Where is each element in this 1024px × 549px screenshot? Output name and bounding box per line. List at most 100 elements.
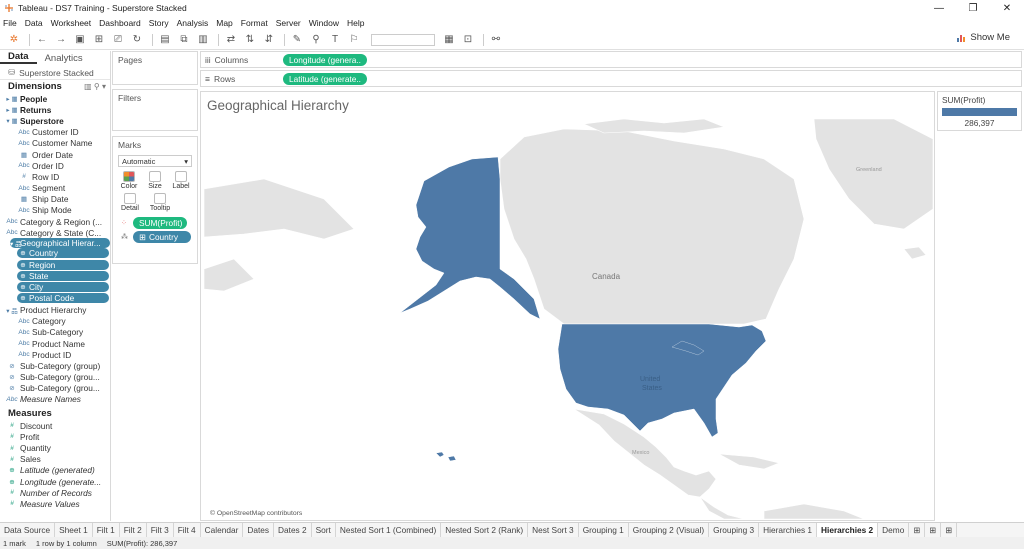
map-canvas[interactable]: Canada United States Greenland Mexico © … <box>204 119 933 519</box>
field-item[interactable]: ▦ Order Date <box>0 149 110 160</box>
tooltip-button[interactable]: Tooltip <box>148 193 172 212</box>
new-story-tab-icon[interactable]: ⊞ <box>941 523 958 537</box>
field-item[interactable]: Abc Category <box>0 316 110 327</box>
new-dashboard-tab-icon[interactable]: ⊞ <box>925 523 942 537</box>
menu-window[interactable]: Window <box>309 18 339 28</box>
menu-server[interactable]: Server <box>276 18 301 28</box>
tab-data[interactable]: Data <box>0 51 37 64</box>
sheet-tab[interactable]: Filt 4 <box>174 523 201 537</box>
menu-map[interactable]: Map <box>216 18 233 28</box>
color-button[interactable]: Color <box>117 171 141 190</box>
field-item[interactable]: ⊕ Longitude (generate... <box>0 476 110 487</box>
field-item[interactable]: Abc Segment <box>0 183 110 194</box>
search-icon[interactable]: ▥ ⚲ ▾ <box>84 82 106 91</box>
field-item[interactable]: ▦ Ship Date <box>0 194 110 205</box>
field-item[interactable]: ⊕ City <box>17 282 109 292</box>
field-item[interactable]: ⊘ Sub-Category (grou... <box>0 372 110 383</box>
sort-descending-icon[interactable]: ⇵ <box>261 33 277 47</box>
latitude-pill[interactable]: Latitude (generate.. <box>283 72 367 85</box>
field-item[interactable]: # Measure Values <box>0 498 110 509</box>
color-legend[interactable]: SUM(Profit) 286,397 <box>937 91 1022 131</box>
clear-sheet-icon[interactable]: ▥ <box>195 33 211 47</box>
field-item[interactable]: ▸ ▦ People <box>0 93 110 104</box>
field-item[interactable]: # Quantity <box>0 442 110 453</box>
country-pill[interactable]: ⊞ Country <box>133 231 191 243</box>
size-button[interactable]: Size <box>143 171 167 190</box>
field-item[interactable]: ▸ ▦ Returns <box>0 104 110 115</box>
datasource-item[interactable]: ⛁ Superstore Stacked <box>0 66 110 80</box>
menu-analysis[interactable]: Analysis <box>177 18 209 28</box>
tableau-icon[interactable]: ✲ <box>6 33 22 47</box>
sheet-tab[interactable]: Nested Sort 1 (Combined) <box>336 523 442 537</box>
menu-help[interactable]: Help <box>347 18 364 28</box>
highlight-icon[interactable]: ✎ <box>289 33 305 47</box>
field-item[interactable]: Abc Sub-Category <box>0 327 110 338</box>
field-item[interactable]: Abc Customer Name <box>0 138 110 149</box>
field-item[interactable]: Abc Category & State (C... <box>0 227 110 238</box>
field-item[interactable]: Abc Product ID <box>0 349 110 360</box>
field-item[interactable]: ⊕ Country <box>17 248 109 259</box>
presentation-icon[interactable]: ⊡ <box>460 33 476 47</box>
undo-icon[interactable]: ← <box>34 33 50 47</box>
field-item[interactable]: ⊘ Sub-Category (grou... <box>0 383 110 394</box>
field-item[interactable]: Abc Order ID <box>0 160 110 171</box>
show-me-button[interactable]: Show Me <box>956 32 1010 43</box>
duplicate-sheet-icon[interactable]: ⧉ <box>176 33 192 47</box>
mark-type-dropdown[interactable]: Automatic ▾ <box>118 155 192 167</box>
show-cards-icon[interactable]: ▦ <box>441 33 457 47</box>
map-attribution[interactable]: © OpenStreetMap contributors <box>210 510 302 517</box>
columns-shelf[interactable]: iii Columns Longitude (genera.. <box>200 51 1022 68</box>
sheet-tab[interactable]: Hierarchies 1 <box>759 523 818 537</box>
pin-icon[interactable]: ⚐ <box>346 33 362 47</box>
field-item[interactable]: ⊕ State <box>17 270 109 281</box>
field-item[interactable]: Abc Measure Names <box>0 394 110 405</box>
sheet-tab[interactable]: Grouping 2 (Visual) <box>629 523 710 537</box>
tab-analytics[interactable]: Analytics <box>37 53 91 64</box>
tab-data-source[interactable]: Data Source <box>0 523 56 537</box>
sheet-tab[interactable]: Demo <box>878 523 910 537</box>
detail-button[interactable]: Detail <box>118 193 142 212</box>
menu-file[interactable]: File <box>3 18 17 28</box>
sheet-tab[interactable]: Sheet 1 <box>55 523 93 537</box>
field-item[interactable]: ⊕ Latitude (generated) <box>0 465 110 476</box>
sheet-tab[interactable]: Filt 1 <box>93 523 120 537</box>
sum-profit-pill[interactable]: SUM(Profit) <box>133 217 187 229</box>
menu-format[interactable]: Format <box>241 18 268 28</box>
field-item[interactable]: # Profit <box>0 431 110 442</box>
minimize-button[interactable]: — <box>922 0 956 16</box>
field-item[interactable]: ▾ ▦ Superstore <box>0 115 110 126</box>
map-svg[interactable]: Canada United States Greenland Mexico <box>204 119 933 519</box>
sheet-tab[interactable]: Nest Sort 3 <box>528 523 579 537</box>
label-button[interactable]: Label <box>169 171 193 190</box>
fit-dropdown[interactable] <box>371 33 435 46</box>
sheet-tab[interactable]: Filt 3 <box>147 523 174 537</box>
new-worksheet-icon[interactable]: ▤ <box>157 33 173 47</box>
sheet-tab[interactable]: Hierarchies 2 <box>817 523 879 537</box>
field-item[interactable]: # Row ID <box>0 171 110 182</box>
longitude-pill[interactable]: Longitude (genera.. <box>283 53 367 66</box>
maximize-button[interactable]: ❐ <box>956 0 990 16</box>
menu-worksheet[interactable]: Worksheet <box>51 18 91 28</box>
field-item[interactable]: Abc Product Name <box>0 338 110 349</box>
field-item[interactable]: ⊘ Sub-Category (group) <box>0 360 110 371</box>
field-item[interactable]: Abc Category & Region (... <box>0 216 110 227</box>
rows-shelf[interactable]: ≡ Rows Latitude (generate.. <box>200 70 1022 87</box>
close-button[interactable]: ✕ <box>990 0 1024 16</box>
sheet-tab[interactable]: Grouping 1 <box>579 523 629 537</box>
menu-data[interactable]: Data <box>25 18 43 28</box>
field-item[interactable]: ⊕ Postal Code <box>17 293 109 304</box>
field-item[interactable]: # Number of Records <box>0 487 110 498</box>
menu-dashboard[interactable]: Dashboard <box>99 18 141 28</box>
field-item[interactable]: Abc Ship Mode <box>0 205 110 216</box>
worksheet-title[interactable]: Geographical Hierarchy <box>207 98 349 113</box>
new-worksheet-tab-icon[interactable]: ⊞ <box>909 523 926 537</box>
redo-icon[interactable]: → <box>53 33 69 47</box>
sheet-tab[interactable]: Sort <box>312 523 336 537</box>
filters-card[interactable]: Filters <box>112 89 198 131</box>
sort-ascending-icon[interactable]: ⇅ <box>242 33 258 47</box>
field-item[interactable]: Abc Customer ID <box>0 127 110 138</box>
sheet-tab[interactable]: Nested Sort 2 (Rank) <box>441 523 529 537</box>
field-item[interactable]: # Sales <box>0 454 110 465</box>
swap-icon[interactable]: ⇄ <box>223 33 239 47</box>
field-item[interactable]: ▾ 品 Geographical Hierar... <box>10 238 110 249</box>
